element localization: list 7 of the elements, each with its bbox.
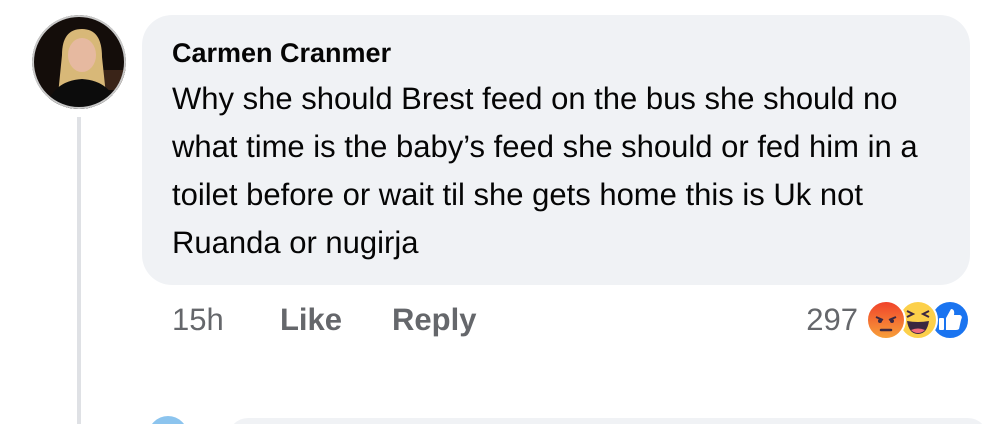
angry-face-icon [866, 300, 906, 340]
reaction-count: 297 [806, 300, 858, 339]
comment-text: Why she should Brest feed on the bus she should no what time is the baby’s feed she should or fed him in a toilet before or wait til she gets home this is Uk not Ruanda or nugirja [172, 80, 919, 262]
author-name[interactable]: Carmen Cranmer [172, 35, 946, 71]
like-link[interactable]: Like [280, 296, 342, 344]
timestamp: 15h [172, 300, 225, 339]
reply-link[interactable]: Reply [392, 296, 476, 344]
